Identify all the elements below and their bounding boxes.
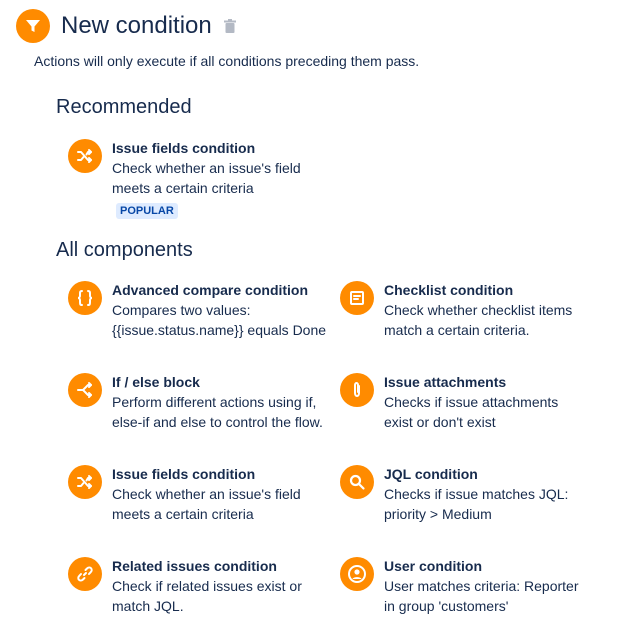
card-title: Checklist condition: [384, 282, 514, 298]
card-description: Check whether an issue's field meets a c…: [112, 160, 301, 196]
card-description: Checks if issue matches JQL: priority > …: [384, 486, 569, 522]
trash-icon[interactable]: [223, 18, 238, 34]
card-title: Issue fields condition: [112, 140, 256, 156]
shuffle-icon: [68, 139, 102, 173]
card-description: Compares two values: {{issue.status.name…: [112, 302, 327, 338]
section-heading-recommended: Recommended: [56, 96, 192, 118]
card-title: Advanced compare condition: [112, 282, 309, 298]
card-description: Check whether checklist items match a ce…: [384, 302, 573, 338]
card-description: Check whether an issue's field meets a c…: [112, 486, 301, 522]
component-card-checklist[interactable]: Checklist condition Check whether checkl…: [340, 280, 590, 340]
card-description: Check if related issues exist or match J…: [112, 578, 302, 614]
paperclip-icon: [340, 373, 374, 407]
component-card-if-else[interactable]: If / else block Perform different action…: [68, 372, 330, 432]
page-header: New condition: [16, 8, 238, 44]
card-title: JQL condition: [384, 466, 478, 482]
filter-icon: [16, 9, 50, 43]
link-icon: [68, 557, 102, 591]
component-card-related-issues[interactable]: Related issues condition Check if relate…: [68, 556, 330, 616]
card-description: User matches criteria: Reporter in group…: [384, 578, 579, 614]
section-heading-all-components: All components: [56, 239, 193, 261]
search-icon: [340, 465, 374, 499]
checklist-icon: [340, 281, 374, 315]
page-title: New condition: [61, 12, 212, 39]
component-card-advanced-compare[interactable]: Advanced compare condition Compares two …: [68, 280, 330, 340]
popular-badge: POPULAR: [116, 203, 178, 219]
card-title: Issue fields condition: [112, 466, 256, 482]
card-description: Perform different actions using if, else…: [112, 394, 323, 430]
component-card-issue-attachments[interactable]: Issue attachments Checks if issue attach…: [340, 372, 590, 432]
braces-icon: [68, 281, 102, 315]
card-title: User condition: [384, 558, 483, 574]
shuffle-icon: [68, 465, 102, 499]
card-title: Issue attachments: [384, 374, 507, 390]
user-icon: [340, 557, 374, 591]
page-subtitle: Actions will only execute if all conditi…: [34, 53, 420, 69]
component-card-jql[interactable]: JQL condition Checks if issue matches JQ…: [340, 464, 590, 524]
component-card-issue-fields[interactable]: Issue fields condition Check whether an …: [68, 464, 330, 524]
component-card-recommended-issue-fields[interactable]: Issue fields condition Check whether an …: [68, 138, 330, 219]
branch-icon: [68, 373, 102, 407]
card-title: If / else block: [112, 374, 200, 390]
card-title: Related issues condition: [112, 558, 277, 574]
card-description: Checks if issue attachments exist or don…: [384, 394, 559, 430]
component-card-user[interactable]: User condition User matches criteria: Re…: [340, 556, 590, 616]
